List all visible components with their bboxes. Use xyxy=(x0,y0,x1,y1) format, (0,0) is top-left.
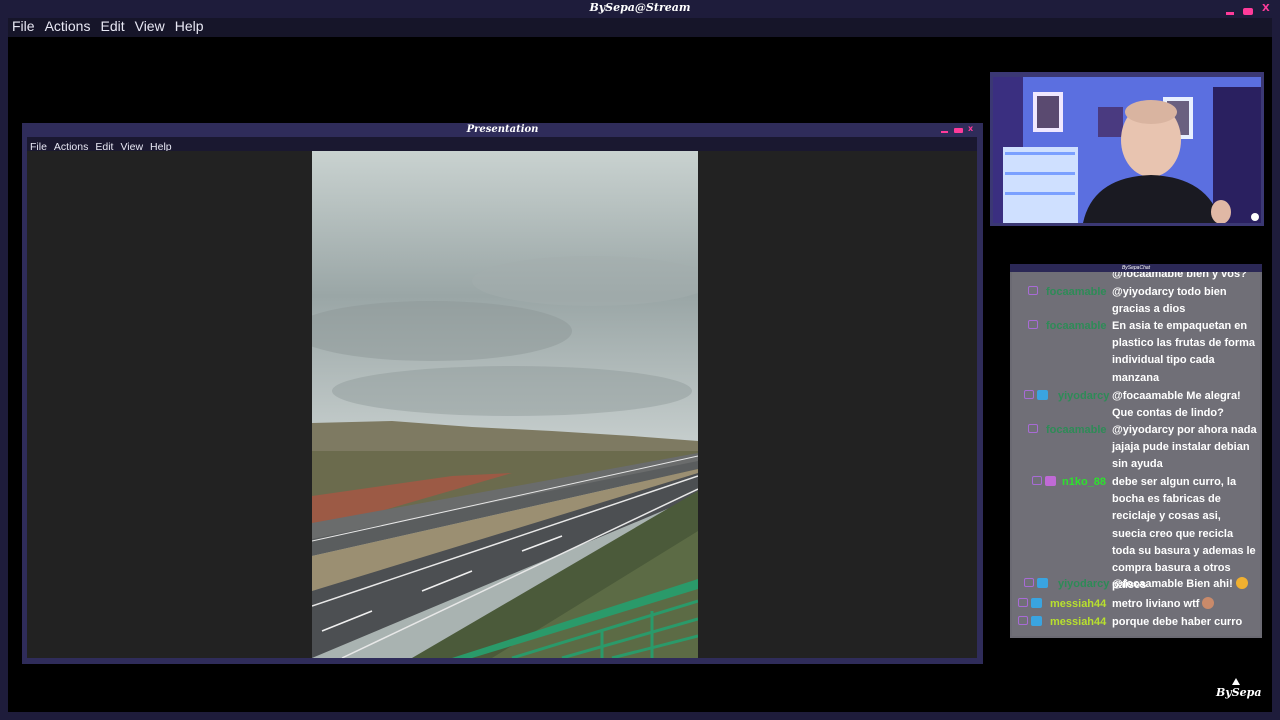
chat-message-body: @focaamable Bien ahi! xyxy=(1112,578,1233,590)
heart-eyes-emote-icon xyxy=(1235,577,1248,589)
chat-badges xyxy=(1028,286,1041,298)
crown-badge-icon xyxy=(1037,390,1048,400)
chat-bubble-icon xyxy=(1024,578,1034,587)
minimize-icon xyxy=(1226,12,1234,15)
chat-bubble-icon xyxy=(1028,424,1038,433)
highway-photo-image xyxy=(312,151,698,658)
menu-view[interactable]: View xyxy=(135,18,165,35)
chat-bubble-icon xyxy=(1028,286,1038,295)
chat-bubble-icon xyxy=(1028,320,1038,329)
chat-title: BySepaChat xyxy=(1010,264,1262,272)
presentation-content xyxy=(27,151,977,658)
chat-message-text: @yiyodarcy todo bien gracias a dios xyxy=(1112,284,1258,318)
chat-message-body: @focaamable bien y vos? xyxy=(1112,272,1247,280)
chat-message-text: En asia te empaquetan en plastico las fr… xyxy=(1112,318,1258,387)
chat-message-text: metro liviano wtf xyxy=(1112,596,1258,613)
chat-badges xyxy=(1018,616,1042,628)
chat-badges xyxy=(1024,390,1048,402)
app-menu-bar: File Actions Edit View Help xyxy=(8,18,1272,37)
chat-message-body: porque debe haber curro xyxy=(1112,616,1243,628)
maximize-icon xyxy=(1243,8,1253,15)
chat-badges xyxy=(1024,578,1048,590)
chat-bubble-icon xyxy=(1018,616,1028,625)
chat-badges xyxy=(1018,598,1042,610)
chat-message-list[interactable]: @focaamable bien y vos? focaamable @yiyoda… xyxy=(1012,272,1260,636)
app-title: BySepa@Stream xyxy=(589,1,691,14)
chat-message-text: @focaamable Me alegra! Que contas de lin… xyxy=(1112,388,1258,422)
menu-edit[interactable]: Edit xyxy=(100,18,124,35)
chat-message-body: En asia te empaquetan en plastico las fr… xyxy=(1112,320,1256,384)
chat-message-body: @yiyodarcy todo bien gracias a dios xyxy=(1112,286,1227,316)
chat-message-body: debe ser algun curro, la bocha es fabric… xyxy=(1112,476,1256,592)
close-icon: X xyxy=(1262,3,1270,14)
chat-badges xyxy=(1028,424,1041,436)
chat-badges xyxy=(1028,320,1041,332)
chat-badges xyxy=(1032,476,1056,488)
webcam-frame xyxy=(990,72,1264,226)
webcam-feed xyxy=(993,77,1261,223)
close-button[interactable]: X xyxy=(1262,3,1270,14)
chat-bubble-icon xyxy=(1018,598,1028,607)
menu-file[interactable]: File xyxy=(12,18,35,35)
chat-message-body: @yiyodarcy por ahora nada jajaja pude in… xyxy=(1112,424,1257,471)
chat-username[interactable]: yiyodarcy xyxy=(1058,388,1109,405)
chat-message-text: @focaamable Bien ahi! xyxy=(1112,576,1258,593)
crown-badge-icon xyxy=(1037,578,1048,588)
chat-message-text: @focaamable bien y vos? xyxy=(1112,272,1258,283)
bysepa-logo: BySepa xyxy=(1216,678,1261,699)
chat-message-body: @focaamable Me alegra! Que contas de lin… xyxy=(1112,390,1241,420)
chat-username[interactable]: n1ko_88 xyxy=(1062,474,1106,491)
crown-badge-icon xyxy=(1031,598,1042,608)
chat-message-body: metro liviano wtf xyxy=(1112,598,1200,610)
app-title-bar: BySepa@Stream X xyxy=(0,0,1280,18)
subscriber-badge-icon xyxy=(1045,476,1056,486)
menu-actions[interactable]: Actions xyxy=(45,18,91,35)
chat-message-text: @yiyodarcy por ahora nada jajaja pude in… xyxy=(1112,422,1258,474)
chat-bubble-icon xyxy=(1032,476,1042,485)
maximize-button[interactable] xyxy=(1243,3,1253,15)
presentation-menu-bar: File Actions Edit View Help xyxy=(27,137,977,153)
chat-username[interactable]: focaamable xyxy=(1046,422,1107,439)
presentation-window[interactable]: Presentation x File Actions Edit View Help xyxy=(22,123,983,664)
crown-badge-icon xyxy=(1031,616,1042,626)
face-emote-icon xyxy=(1202,597,1215,609)
presentation-maximize-icon[interactable] xyxy=(954,126,963,134)
chat-message-text: porque debe haber curro xyxy=(1112,614,1258,631)
presentation-close-icon[interactable]: x xyxy=(968,124,973,133)
chat-username[interactable]: messiah44 xyxy=(1050,614,1106,631)
chat-panel: BySepaChat @focaamable bien y vos? focaam… xyxy=(1010,264,1262,638)
chat-username[interactable]: focaamable xyxy=(1046,318,1107,335)
logo-mark-icon xyxy=(1232,678,1240,685)
logo-text: BySepa xyxy=(1216,686,1262,699)
webcam-image xyxy=(993,77,1261,223)
minimize-button[interactable] xyxy=(1225,3,1235,15)
highway-photo xyxy=(312,151,698,658)
chat-username[interactable]: focaamable xyxy=(1046,284,1107,301)
chat-username[interactable]: messiah44 xyxy=(1050,596,1106,613)
chat-bubble-icon xyxy=(1024,390,1034,399)
presentation-title: Presentation xyxy=(466,124,539,135)
menu-help[interactable]: Help xyxy=(175,18,204,35)
presentation-minimize-icon[interactable] xyxy=(940,126,949,134)
chat-username[interactable]: yiyodarcy xyxy=(1058,576,1109,593)
